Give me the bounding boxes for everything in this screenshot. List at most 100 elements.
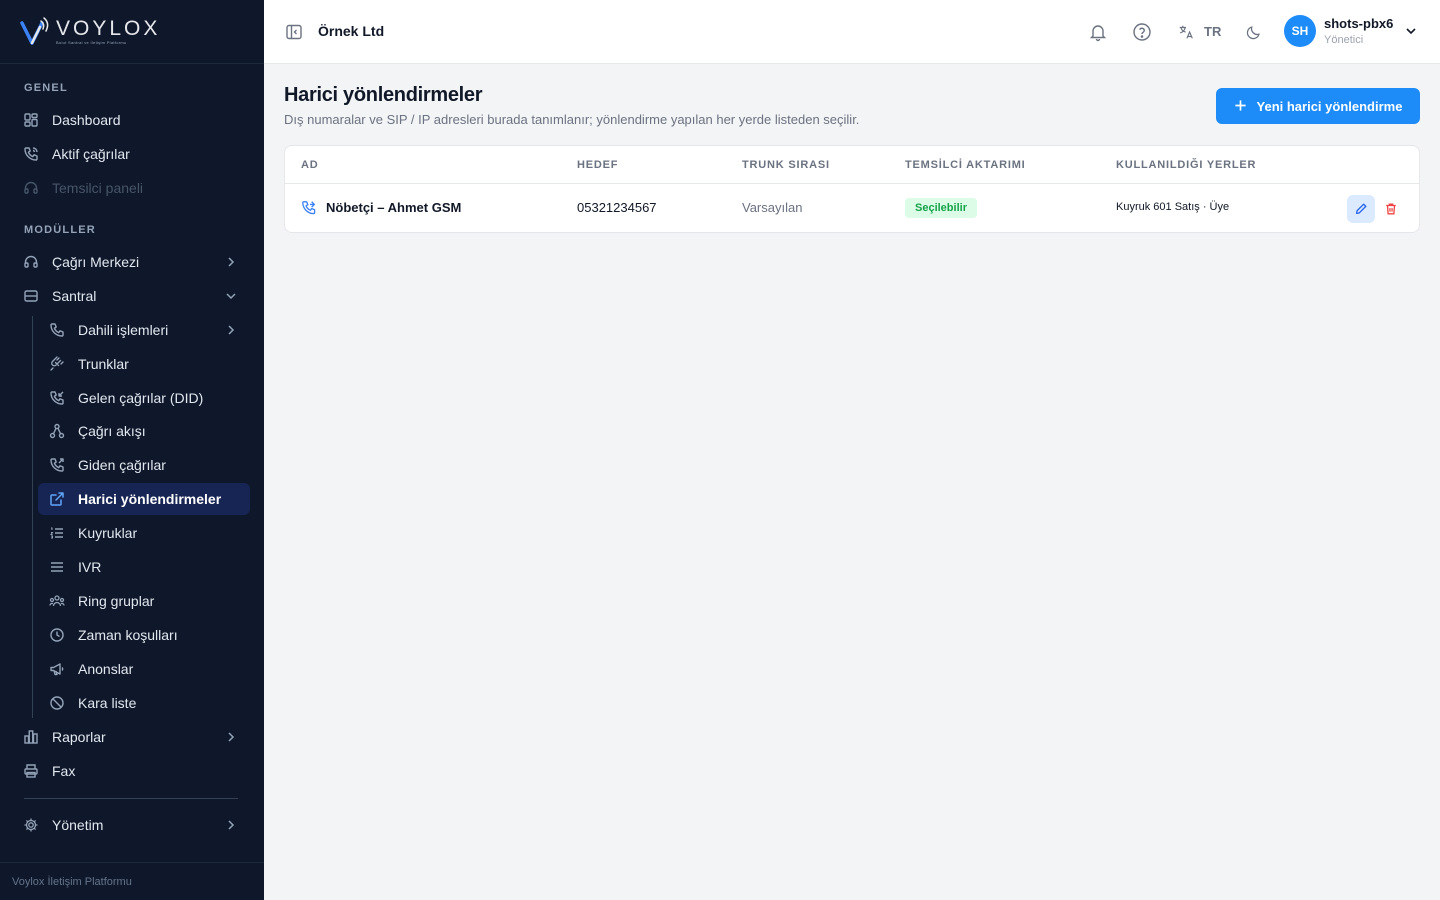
sidebar-item-ring-groups[interactable]: Ring gruplar (38, 585, 250, 617)
sidebar-footer: Voylox İletişim Platformu (0, 862, 264, 900)
sidebar-item-label: Santral (52, 288, 97, 304)
plug-icon (48, 355, 66, 373)
section-label-general: GENEL (24, 82, 68, 94)
sidebar-item-label: Anonslar (78, 661, 134, 677)
column-header-trunk-order: TRUNK SIRASI (742, 159, 830, 171)
sidebar-item-announcements[interactable]: Anonslar (38, 653, 250, 685)
external-link-icon (48, 490, 66, 508)
phone-outgoing-icon (48, 456, 66, 474)
chevron-right-icon (224, 818, 238, 832)
chevron-right-icon (224, 323, 238, 337)
org-name[interactable]: Örnek Ltd (318, 23, 384, 39)
pencil-icon (1355, 203, 1367, 215)
plus-icon (1234, 97, 1247, 115)
phone-incoming-icon (48, 389, 66, 407)
sidebar-item-extensions[interactable]: Dahili işlemleri (38, 314, 250, 346)
sidebar-item-time-conditions[interactable]: Zaman koşulları (38, 619, 250, 651)
user-role: Yönetici (1324, 34, 1364, 46)
flow-icon (48, 422, 66, 440)
user-name[interactable]: shots-pbx6 (1324, 16, 1393, 31)
sidebar-item-label: Temsilci paneli (52, 180, 144, 196)
phone-forward-icon (301, 200, 319, 218)
sidebar-item-agent-panel[interactable]: Temsilci paneli (14, 172, 250, 204)
brand-logo[interactable]: VOYLOX Bulut Santral ve İletişim Platfor… (0, 0, 264, 64)
brand-tagline: Bulut Santral ve İletişim Platformu (56, 39, 127, 45)
help-icon[interactable] (1131, 21, 1153, 43)
chart-icon (22, 728, 40, 746)
sidebar-item-label: Dashboard (52, 112, 121, 128)
sidebar-item-label: Kara liste (78, 695, 137, 711)
sidebar-item-santral[interactable]: Santral (14, 280, 250, 312)
sidebar-toggle-icon[interactable] (284, 22, 304, 42)
table-header: AD HEDEF TRUNK SIRASI TEMSİLCİ AKTARIMI … (285, 146, 1419, 184)
bell-icon[interactable] (1087, 21, 1109, 43)
list-ordered-icon (48, 524, 66, 542)
sidebar-item-blacklist[interactable]: Kara liste (38, 687, 250, 719)
sidebar-item-call-center[interactable]: Çağrı Merkezi (14, 246, 250, 278)
sidebar-item-label: Trunklar (78, 356, 129, 372)
users-icon (48, 592, 66, 610)
sidebar-item-management[interactable]: Yönetim (14, 809, 250, 841)
headset-icon (22, 179, 40, 197)
avatar[interactable]: SH (1284, 15, 1316, 47)
brand-name: VOYLOX (56, 16, 161, 40)
language-selector[interactable]: TR (1204, 24, 1221, 39)
sidebar-item-call-flow[interactable]: Çağrı akışı (38, 415, 250, 447)
sidebar-item-external-routes[interactable]: Harici yönlendirmeler (38, 483, 250, 515)
sidebar-item-active-calls[interactable]: Aktif çağrılar (14, 138, 250, 170)
sidebar-item-label: Raporlar (52, 729, 106, 745)
table-row[interactable]: Nöbetçi – Ahmet GSM 05321234567 Varsayıl… (285, 184, 1419, 232)
voylox-logo-icon (20, 16, 54, 47)
sidebar-item-reports[interactable]: Raporlar (14, 721, 250, 753)
sidebar-item-label: Yönetim (52, 817, 104, 833)
sidebar-item-dashboard[interactable]: Dashboard (14, 104, 250, 136)
menu-icon (48, 558, 66, 576)
route-trunk-order: Varsayılan (742, 200, 803, 215)
sidebar-item-fax[interactable]: Fax (14, 755, 250, 787)
sidebar-item-queues[interactable]: Kuyruklar (38, 517, 250, 549)
sidebar-item-ivr[interactable]: IVR (38, 551, 250, 583)
column-header-used-in: KULLANILDIĞI YERLER (1116, 159, 1257, 171)
column-header-agent-transfer: TEMSİLCİ AKTARIMI (905, 159, 1026, 171)
sidebar-item-incoming-did[interactable]: Gelen çağrılar (DID) (38, 382, 250, 414)
column-header-target: HEDEF (577, 159, 619, 171)
section-label-modules: MODÜLLER (24, 224, 96, 236)
sidebar-item-label: Gelen çağrılar (DID) (78, 390, 204, 406)
sidebar-divider (24, 798, 238, 799)
translate-icon[interactable] (1175, 21, 1197, 43)
chevron-down-icon[interactable] (1404, 24, 1418, 38)
column-header-name: AD (301, 159, 319, 171)
page-subtitle: Dış numaralar ve SIP / IP adresleri bura… (284, 112, 860, 127)
sidebar-item-label: Fax (52, 763, 76, 779)
chevron-right-icon (224, 255, 238, 269)
sidebar-item-label: Giden çağrılar (78, 457, 166, 473)
ban-icon (48, 694, 66, 712)
top-header: Örnek Ltd TR SH shots-pbx6 Yönetici (264, 0, 1440, 64)
sidebar-item-outgoing-calls[interactable]: Giden çağrılar (38, 449, 250, 481)
moon-icon[interactable] (1243, 21, 1265, 43)
delete-button[interactable] (1377, 195, 1405, 223)
new-external-route-button[interactable]: Yeni harici yönlendirme (1216, 88, 1420, 124)
sidebar: VOYLOX Bulut Santral ve İletişim Platfor… (0, 0, 264, 900)
printer-icon (22, 762, 40, 780)
headset-icon (22, 253, 40, 271)
submenu-rail (32, 316, 33, 718)
chevron-down-icon (224, 289, 238, 303)
sidebar-item-label: Dahili işlemleri (78, 322, 169, 338)
route-used-in: Kuyruk 601 Satış · Üye (1116, 201, 1230, 213)
new-button-label: Yeni harici yönlendirme (1256, 98, 1403, 114)
route-name: Nöbetçi – Ahmet GSM (326, 200, 462, 215)
sidebar-item-label: Çağrı akışı (78, 423, 146, 439)
page-title: Harici yönlendirmeler (284, 84, 483, 106)
status-badge: Seçilebilir (905, 198, 977, 218)
phone-icon (22, 145, 40, 163)
sidebar-item-trunks[interactable]: Trunklar (38, 348, 250, 380)
edit-button[interactable] (1347, 195, 1375, 223)
server-icon (22, 287, 40, 305)
gear-icon (22, 816, 40, 834)
sidebar-item-label: Ring gruplar (78, 593, 155, 609)
sidebar-item-label: Zaman koşulları (78, 627, 178, 643)
chevron-right-icon (224, 730, 238, 744)
sidebar-item-label: Çağrı Merkezi (52, 254, 140, 270)
route-target: 05321234567 (577, 200, 657, 215)
